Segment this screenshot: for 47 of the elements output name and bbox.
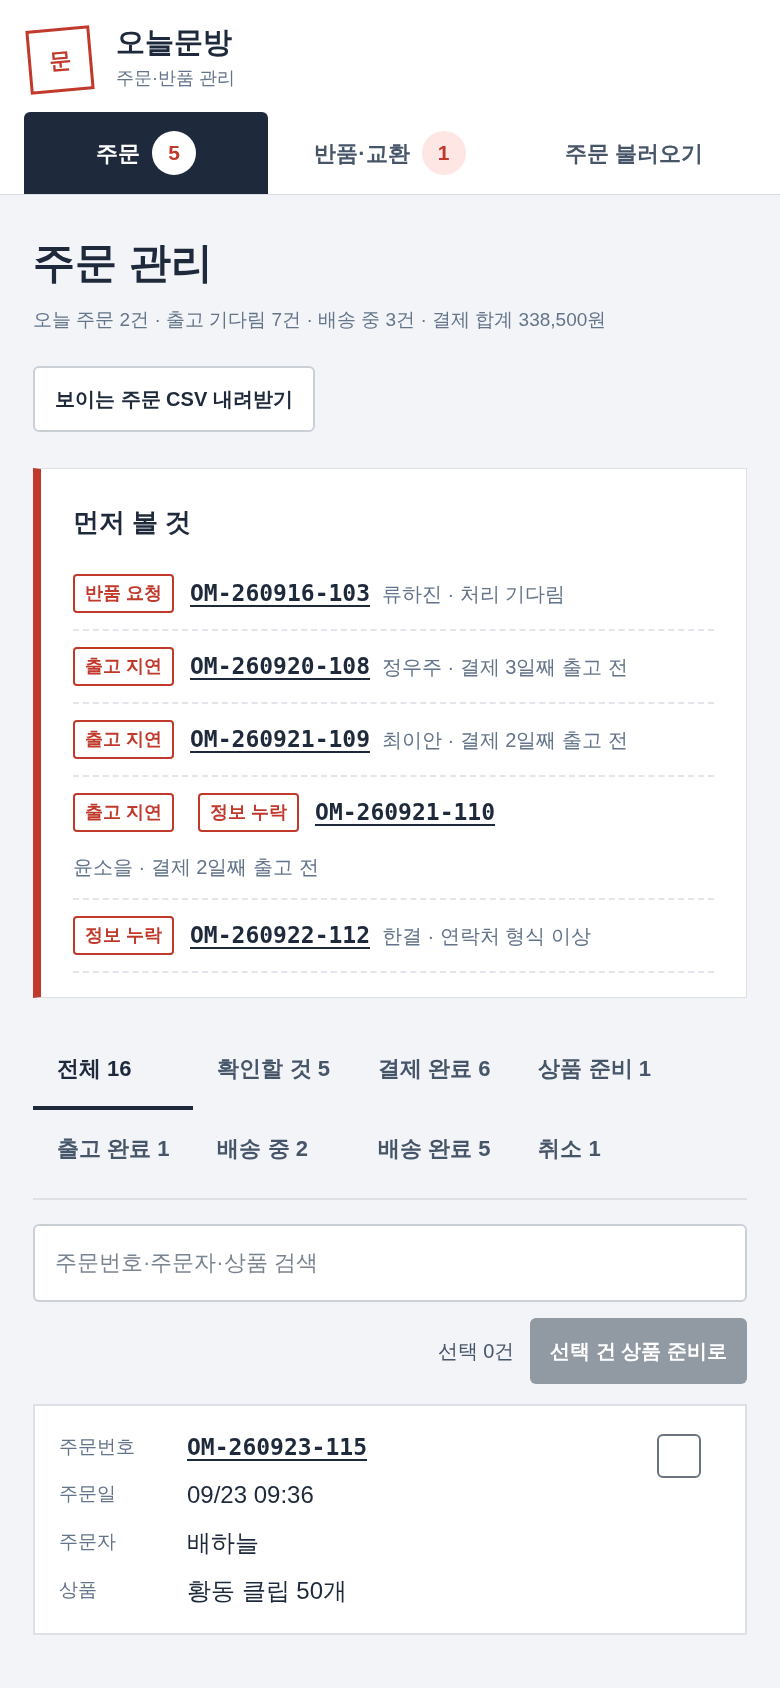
filter-tab[interactable]: 취소 1 — [514, 1110, 675, 1190]
field-value: 배하늘 — [187, 1527, 259, 1558]
field-label: 주문자 — [59, 1530, 117, 1555]
order-link[interactable]: OM-260921-109 — [190, 722, 371, 757]
logo-icon: 문 — [25, 25, 95, 95]
field-label: 주문번호 — [59, 1435, 136, 1459]
warning-tag: 정보 누락 — [198, 793, 300, 832]
priority-title: 먼저 볼 것 — [73, 506, 193, 539]
filter-tab[interactable]: 배송 완료 5 — [353, 1110, 515, 1190]
csv-download-button[interactable]: 보이는 주문 CSV 내려받기 — [33, 366, 315, 432]
main-tab[interactable]: 주문 5 — [24, 112, 268, 194]
app-subtitle: 주문·반품 관리 — [116, 67, 235, 90]
warning-tag: 출고 지연 — [73, 647, 174, 686]
count-badge: 5 — [152, 131, 196, 175]
main-tab[interactable]: 주문 불러오기 — [512, 112, 756, 194]
order-note: 류하진 · 처리 기다림 — [382, 581, 566, 607]
field-value: 황동 클립 50개 — [187, 1575, 348, 1606]
warning-tag: 출고 지연 — [73, 720, 174, 759]
filter-tab[interactable]: 확인할 것 5 — [193, 1030, 354, 1110]
order-note: 한결 · 연락처 형식 이상 — [382, 923, 591, 949]
order-link[interactable]: OM-260922-112 — [190, 918, 371, 953]
order-link[interactable]: OM-260923-115 — [187, 1430, 367, 1465]
warning-tag: 정보 누락 — [73, 916, 174, 955]
order-link[interactable]: OM-260920-108 — [190, 649, 371, 684]
search-field[interactable]: 주문번호·주문자·상품 검색 — [33, 1224, 747, 1302]
order-link[interactable]: OM-260916-103 — [190, 576, 371, 611]
order-note: 정우주 · 결제 3일째 출고 전 — [382, 654, 628, 680]
order-note: 윤소을 · 결제 2일째 출고 전 — [73, 855, 320, 880]
filter-tab[interactable]: 출고 완료 1 — [33, 1110, 194, 1190]
app-title: 오늘문방 — [116, 28, 233, 57]
warning-tag: 출고 지연 — [73, 793, 174, 832]
filter-tab[interactable]: 상품 준비 1 — [514, 1030, 675, 1110]
page-title: 주문 관리 — [33, 238, 214, 288]
filter-tab[interactable]: 결제 완료 6 — [353, 1030, 515, 1110]
filter-tab[interactable]: 전체 16 — [33, 1030, 194, 1110]
warning-tag: 반품 요청 — [73, 574, 174, 613]
field-label: 상품 — [59, 1578, 98, 1603]
count-badge: 1 — [421, 131, 466, 175]
order-checkbox[interactable] — [657, 1434, 701, 1478]
summary-text: 오늘 주문 2건 · 출고 기다림 7건 · 배송 중 3건 · 결제 합계 338,500원 — [33, 307, 608, 332]
filter-tab[interactable]: 배송 중 2 — [193, 1110, 354, 1190]
order-link[interactable]: OM-260921-110 — [315, 795, 496, 830]
main-tab[interactable]: 반품·교환 1 — [268, 112, 512, 194]
field-value: 09/23 09:36 — [187, 1479, 314, 1510]
field-label: 주문일 — [59, 1482, 117, 1507]
order-note: 최이안 · 결제 2일째 출고 전 — [382, 727, 628, 753]
selection-count: 선택 0건 — [437, 1339, 515, 1364]
